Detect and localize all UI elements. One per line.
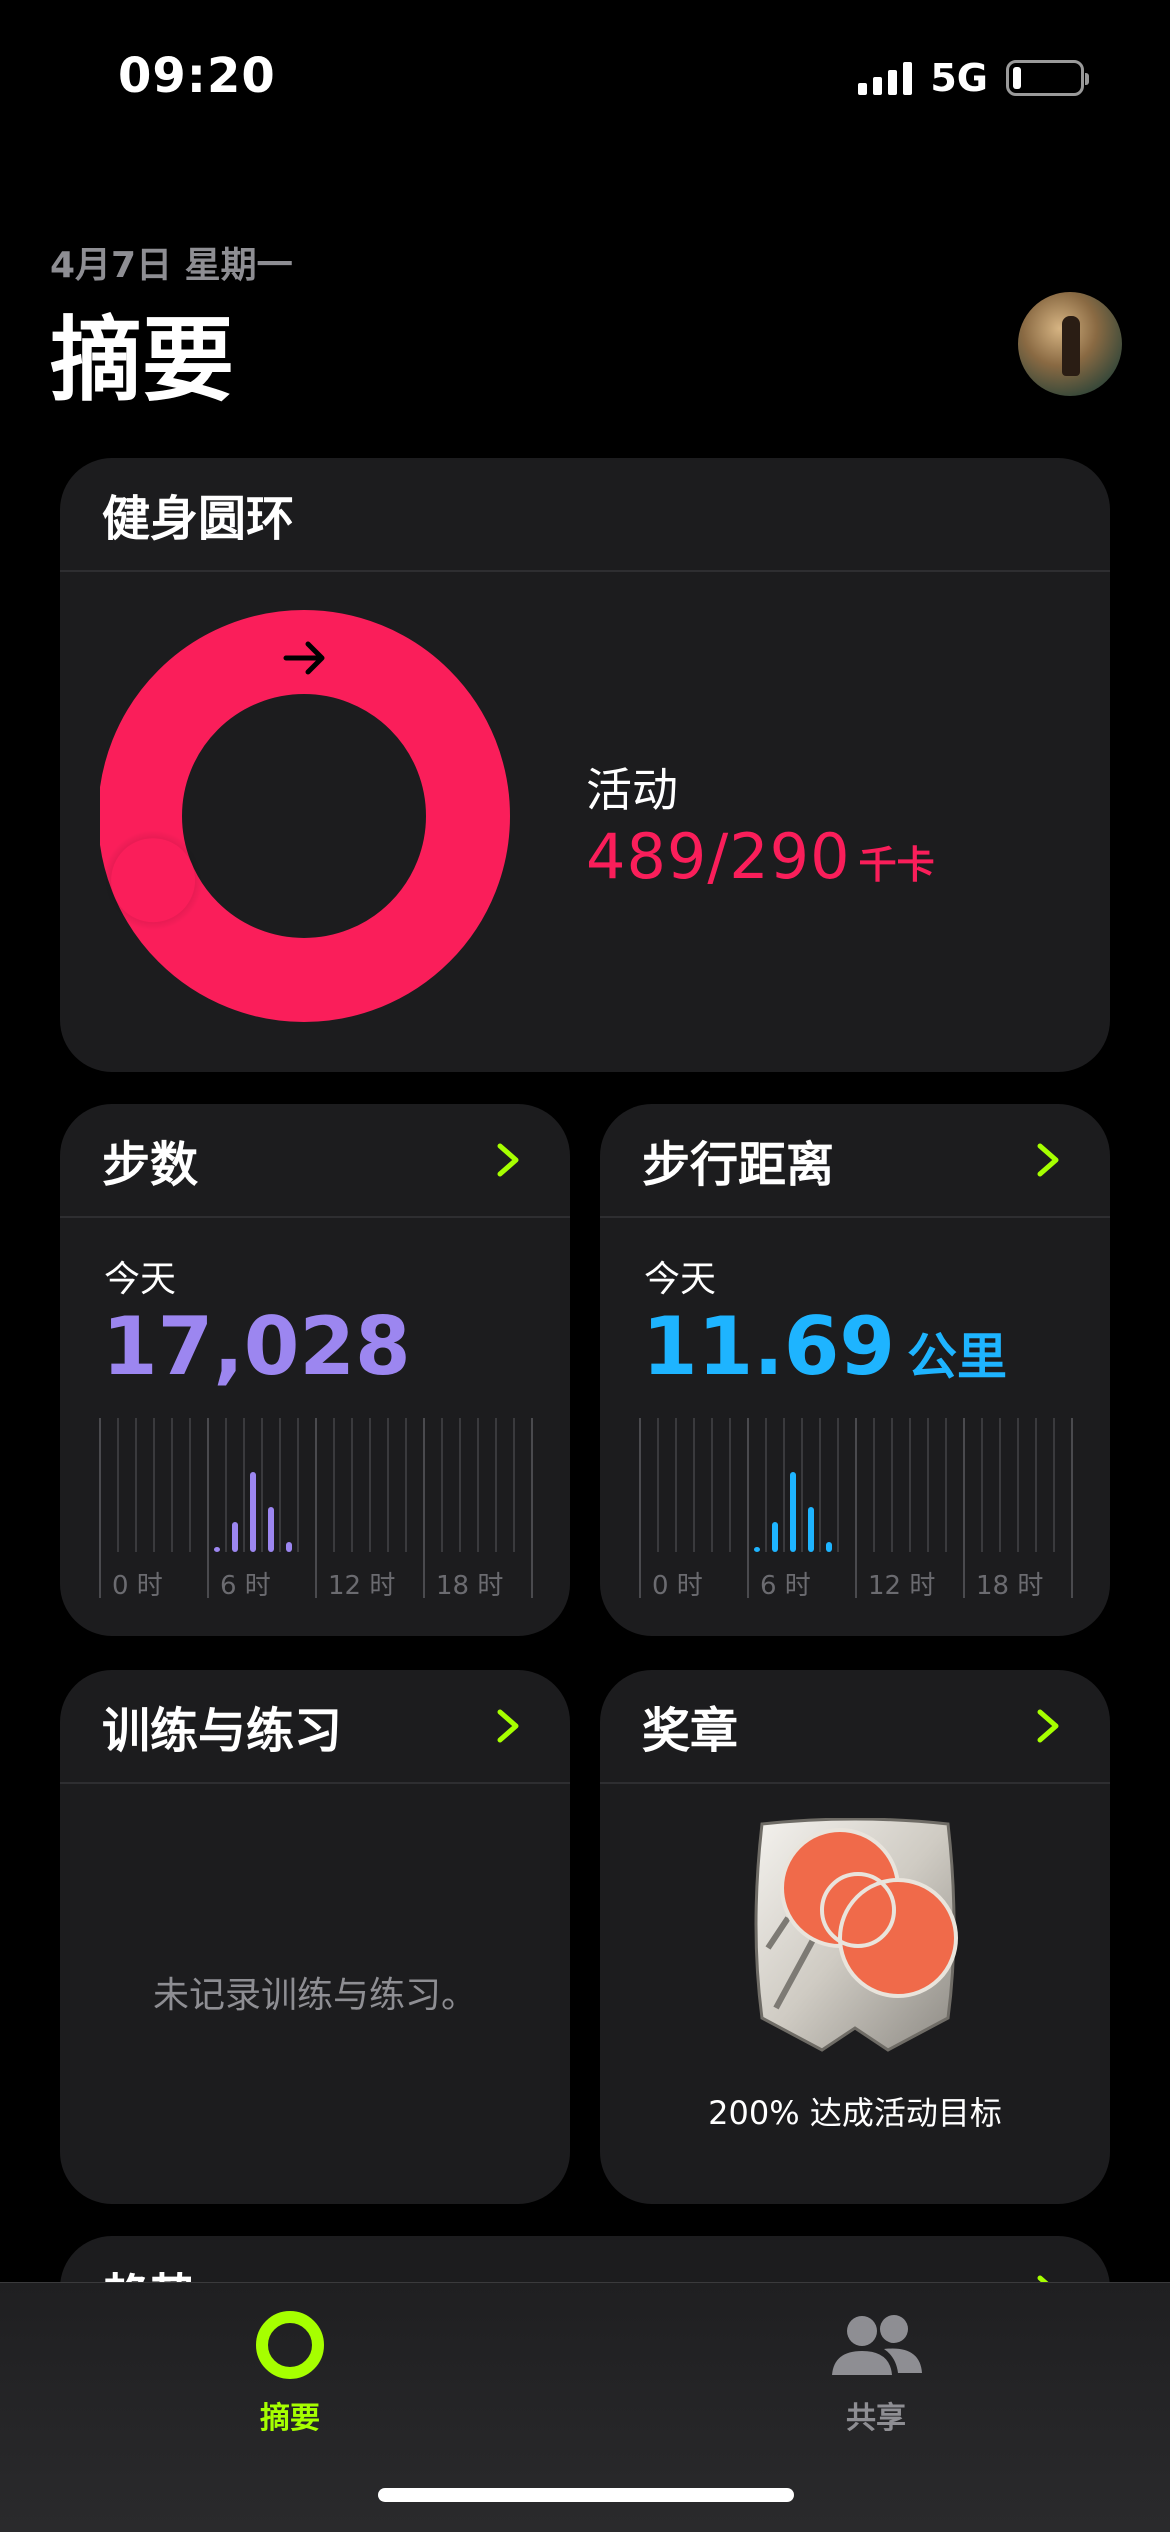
move-label: 活动 [586,763,678,817]
hour-bar [754,1547,760,1552]
award-badge-icon [754,1818,958,2052]
axis-tick-label: 18 时 [976,1571,1043,1601]
distance-value: 11.69 [642,1300,896,1393]
distance-value-row: 11.69 公里 [642,1300,1007,1393]
network-label: 5G [930,56,988,100]
signal-icon [858,61,913,95]
steps-card[interactable]: 步数 今天 17,028 0 时 6 时 12 时 18 时 [60,1104,570,1636]
hour-bar [232,1522,238,1552]
distance-unit: 公里 [907,1328,1008,1386]
card-title: 奖章 [642,1703,739,1759]
hour-bar [772,1522,778,1552]
steps-hourly-chart: 0 时 6 时 12 时 18 时 [99,1418,533,1601]
today-label: 今天 [644,1259,717,1300]
tab-label: 共享 [846,2401,906,2436]
tab-summary[interactable]: 摘要 [200,2307,380,2437]
activity-ring-icon [256,2311,324,2379]
move-value: 489/290 [586,820,851,893]
axis-tick-label: 6 时 [760,1571,811,1601]
card-title: 健身圆环 [102,491,295,547]
hour-bar [250,1472,256,1552]
chevron-right-icon[interactable] [1028,1140,1068,1180]
axis-tick-label: 18 时 [436,1571,503,1601]
battery-icon [1006,60,1089,96]
steps-value: 17,028 [102,1300,411,1393]
today-label: 今天 [104,1259,177,1300]
hour-bar [214,1547,220,1552]
axis-tick-label: 12 时 [868,1571,935,1601]
card-title: 步数 [102,1137,199,1193]
card-header: 训练与练习 [60,1670,570,1784]
ring-info: 活动 489/290 千卡 [586,754,935,893]
distance-hourly-chart: 0 时 6 时 12 时 18 时 [639,1418,1073,1601]
card-header: 步行距离 [600,1104,1110,1218]
hour-bar [826,1542,832,1552]
avatar[interactable] [1018,292,1122,396]
status-icons: 5G [858,56,1089,100]
activity-ring [100,610,510,1022]
axis-tick-label: 12 时 [328,1571,395,1601]
chevron-right-icon[interactable] [488,1706,528,1746]
empty-state-text: 未记录训练与练习。 [152,1975,477,2016]
home-indicator[interactable] [378,2488,794,2502]
status-time: 09:20 [118,48,276,104]
people-icon [832,2315,922,2375]
tab-label: 摘要 [260,2401,320,2436]
badge-caption: 200% 达成活动目标 [708,2094,1002,2132]
axis-tick-label: 0 时 [652,1571,703,1601]
hour-bar [268,1507,274,1552]
card-header: 奖章 [600,1670,1110,1784]
chevron-right-icon[interactable] [1028,1706,1068,1746]
hour-bar [790,1472,796,1552]
chevron-right-icon[interactable] [488,1140,528,1180]
card-title: 步行距离 [642,1137,835,1193]
axis-tick-label: 6 时 [220,1571,271,1601]
workouts-card[interactable]: 训练与练习 未记录训练与练习。 [60,1670,570,2204]
card-title: 训练与练习 [102,1703,343,1759]
date-label: 4月7日 星期一 [50,245,293,286]
awards-card[interactable]: 奖章 200% 达成活动目标 [600,1670,1110,2204]
activity-rings-card[interactable]: 健身圆环 活动 489/290 千卡 [60,458,1110,1072]
card-header: 健身圆环 [60,458,1110,572]
move-unit: 千卡 [858,843,935,887]
tab-sharing[interactable]: 共享 [786,2307,966,2437]
distance-card[interactable]: 步行距离 今天 11.69 公里 0 时 6 时 12 时 18 时 [600,1104,1110,1636]
hour-bar [286,1542,292,1552]
axis-tick-label: 0 时 [112,1571,163,1601]
card-header: 步数 [60,1104,570,1218]
hour-bar [808,1507,814,1552]
page-title: 摘要 [50,307,235,414]
